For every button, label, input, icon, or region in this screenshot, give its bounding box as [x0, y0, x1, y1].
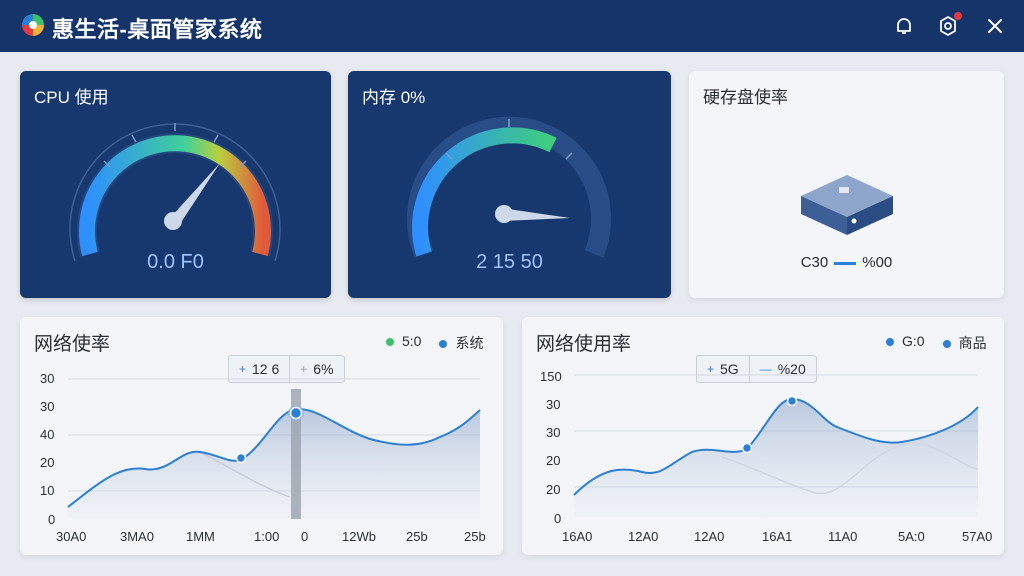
cpu-value: 0.0 F0	[147, 251, 204, 273]
disk-bar	[834, 261, 857, 265]
memory-value: 2 15 50	[476, 251, 543, 273]
data-point[interactable]	[786, 395, 798, 407]
app-title: 惠生活-桌面管家系统	[52, 17, 263, 42]
data-point[interactable]	[741, 442, 753, 454]
x-tick: 25b	[464, 529, 486, 544]
x-tick: 25b	[406, 529, 428, 544]
cpu-card[interactable]: CPU 使用 0.0 F0	[20, 71, 331, 298]
x-tick: 16A1	[762, 529, 793, 544]
title-bar: 惠生活-桌面管家系统	[0, 0, 1024, 52]
disk-left-value: C30	[800, 254, 829, 271]
network-right-card[interactable]: 网络使用率 G:0 商品 +5G — %20 150 30 30 20 20 0 …	[522, 317, 1004, 555]
x-tick: 12A0	[694, 529, 725, 544]
series-area	[574, 399, 978, 517]
bell-icon[interactable]	[892, 14, 916, 38]
x-tick: 0	[301, 529, 309, 544]
disk-usage: C30 %00	[689, 254, 1004, 271]
disk-card[interactable]: 硬存盘使率 C30 %00	[689, 71, 1004, 298]
x-tick: 11A0	[828, 529, 858, 544]
network-left-card[interactable]: 网络使率 5:0 系统 +12 6 +6% 30 30 40 20 10 0 3…	[20, 317, 503, 555]
network-left-chart	[67, 378, 481, 519]
memory-card[interactable]: 内存 0% 2 15 50	[348, 71, 671, 298]
x-tick: 12Wb	[342, 529, 376, 544]
x-tick: 12A0	[628, 529, 659, 544]
x-tick: 1:00	[254, 529, 280, 544]
network-right-chart	[573, 374, 979, 517]
x-tick: 3MA0	[120, 529, 154, 544]
x-tick: 16A0	[562, 529, 593, 544]
x-tick: 5A:0	[898, 529, 925, 544]
app-logo-icon	[20, 12, 46, 38]
close-icon[interactable]	[983, 14, 1007, 38]
x-tick: 57A0	[962, 529, 993, 544]
notification-badge	[954, 12, 962, 20]
disk-right-value: %00	[862, 254, 893, 271]
data-point[interactable]	[235, 452, 247, 464]
x-tick: 1MM	[186, 529, 215, 544]
x-tick: 30A0	[56, 529, 87, 544]
settings-icon[interactable]	[936, 12, 962, 38]
data-point[interactable]	[289, 406, 303, 420]
